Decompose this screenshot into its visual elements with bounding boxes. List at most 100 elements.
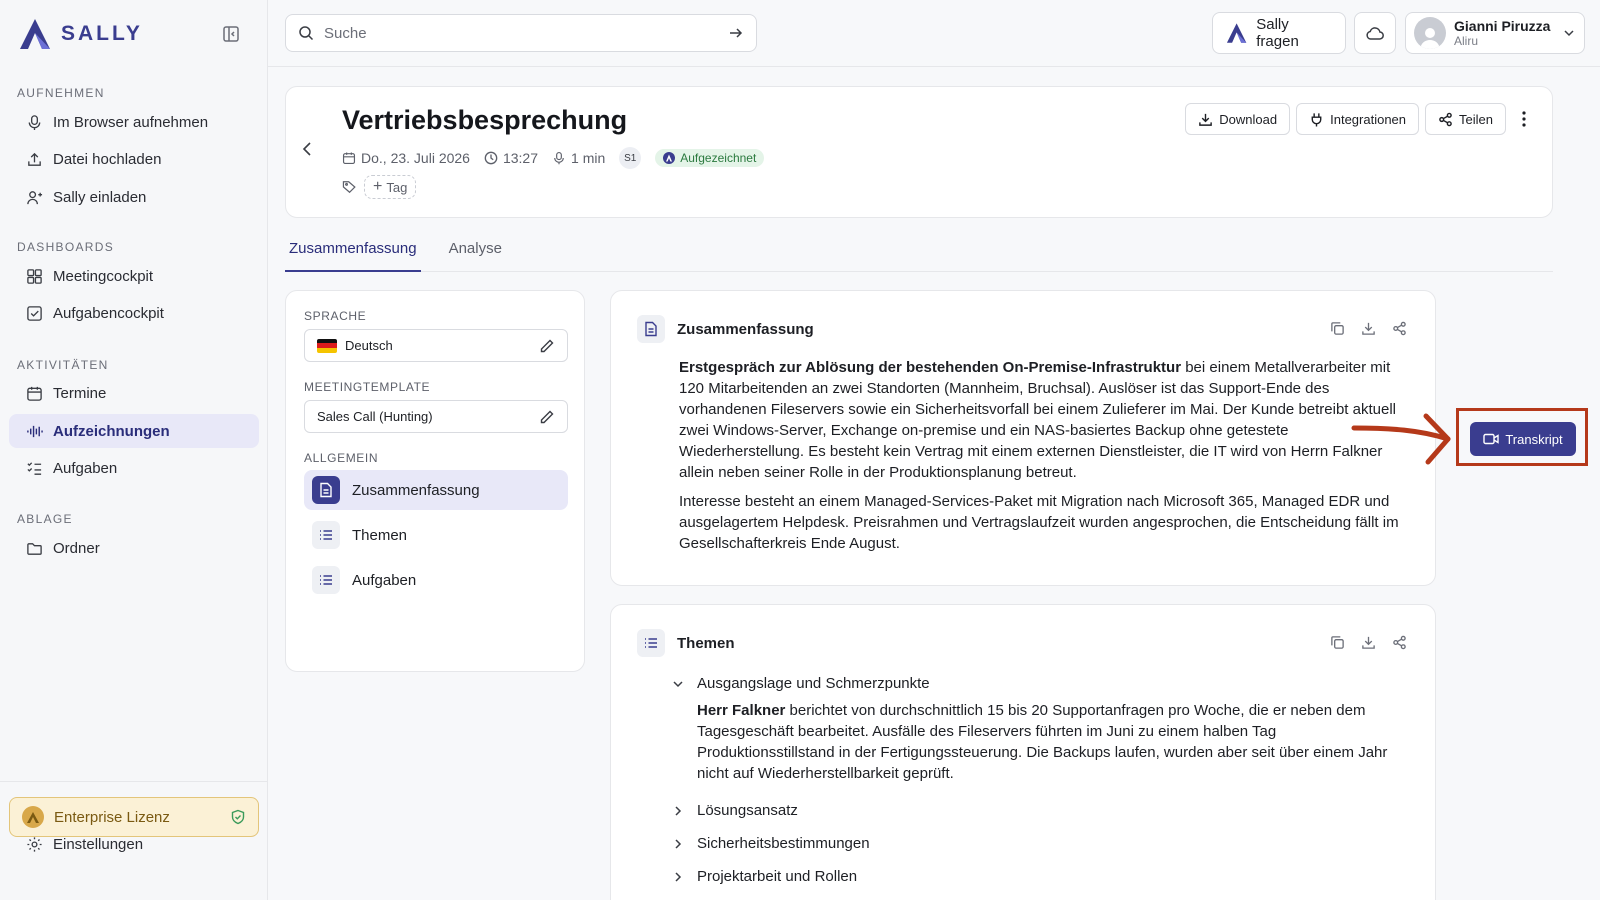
sidebar-item-invite[interactable]: Sally einladen: [9, 180, 259, 214]
microphone-icon: [28, 114, 41, 130]
sidebar-item-termine[interactable]: Termine: [9, 376, 259, 410]
user-menu-button[interactable]: Gianni Piruzza Aliru: [1405, 12, 1585, 54]
tab-zusammenfassung[interactable]: Zusammenfassung: [285, 236, 421, 272]
sidebar-item-aufgaben[interactable]: Aufgaben: [9, 451, 259, 485]
ask-sally-button[interactable]: Sally fragen: [1212, 12, 1346, 54]
arrow-right-icon[interactable]: [728, 25, 744, 41]
calendar-icon: [27, 386, 42, 401]
share-button[interactable]: Teilen: [1425, 103, 1506, 135]
section-link-label: Zusammenfassung: [352, 481, 480, 499]
page-title: Vertriebsbesprechung: [342, 105, 628, 135]
download-label: Download: [1219, 111, 1278, 127]
user-icon: [1420, 28, 1440, 49]
tag-icon: [342, 181, 356, 194]
template-label: MEETINGTEMPLATE: [304, 380, 431, 394]
meeting-time-text: 13:27: [502, 150, 539, 166]
chevron-right-icon: [675, 871, 682, 882]
sidebar-item-label: Ordner: [53, 539, 100, 557]
meeting-date-text: Do., 23. Juli 2026: [361, 150, 470, 166]
status-text: Aufgezeichnet: [680, 151, 757, 165]
share-icon[interactable]: [1392, 635, 1407, 650]
add-tag-label: Tag: [386, 179, 408, 195]
template-select[interactable]: Sales Call (Hunting): [304, 400, 568, 433]
cloud-button[interactable]: [1354, 12, 1396, 54]
german-flag-icon: [317, 338, 337, 353]
sidebar-item-meetingcockpit[interactable]: Meetingcockpit: [9, 259, 259, 293]
sidebar-item-label: Datei hochladen: [53, 150, 162, 168]
logo[interactable]: SALLY: [17, 17, 143, 51]
themes-list: Ausgangslage und Schmerzpunkte Herr Falk…: [671, 667, 1411, 893]
pencil-icon[interactable]: [539, 338, 555, 354]
tab-analyse[interactable]: Analyse: [445, 236, 506, 272]
sidebar-item-settings[interactable]: Einstellungen: [9, 827, 259, 861]
kebab-menu-icon: [1522, 111, 1526, 127]
sidebar-item-label: Termine: [53, 384, 107, 402]
shield-check-icon: [231, 809, 245, 825]
add-tag-button[interactable]: + Tag: [364, 175, 417, 199]
section-link-label: Themen: [352, 526, 408, 544]
topic-toggle[interactable]: Sicherheitsbestimmungen: [671, 827, 1411, 860]
summary-paragraph: Interesse besteht an einem Managed-Servi…: [679, 493, 1399, 552]
section-ablage: ABLAGE: [17, 512, 73, 526]
sally-logo-icon: [20, 19, 50, 49]
chevron-left-icon[interactable]: [298, 139, 318, 159]
speaker-badge[interactable]: S1: [619, 147, 642, 169]
sidebar-item-ordner[interactable]: Ordner: [9, 531, 259, 565]
user-name: Gianni Piruzza: [1454, 18, 1551, 34]
user-plus-icon: [27, 190, 43, 204]
plug-icon: [1311, 112, 1322, 127]
transcript-button[interactable]: Transkript: [1470, 422, 1576, 456]
copy-icon[interactable]: [1330, 321, 1345, 336]
pencil-icon[interactable]: [539, 409, 555, 425]
search-input[interactable]: Suche: [285, 14, 757, 52]
sidebar-divider: [0, 781, 268, 782]
download-icon: [1199, 113, 1213, 126]
sidebar-item-browser-record[interactable]: Im Browser aufnehmen: [9, 105, 259, 139]
topic-title: Ausgangslage und Schmerzpunkte: [697, 675, 930, 692]
download-icon[interactable]: [1361, 321, 1376, 336]
topic-toggle[interactable]: Ausgangslage und Schmerzpunkte: [671, 667, 1411, 700]
download-icon[interactable]: [1361, 635, 1376, 650]
language-select[interactable]: Deutsch: [304, 329, 568, 362]
themes-title: Themen: [677, 634, 735, 652]
tag-row: + Tag: [342, 175, 417, 199]
share-icon[interactable]: [1392, 321, 1407, 336]
section-link-zusammenfassung[interactable]: Zusammenfassung: [304, 470, 568, 510]
sidebar: SALLY AUFNEHMEN Im Browser aufnehmen Dat…: [0, 0, 268, 900]
sidebar-item-label: Meetingcockpit: [53, 267, 154, 285]
microphone-icon: [554, 151, 564, 165]
topic-toggle[interactable]: Lösungsansatz: [671, 794, 1411, 827]
integrations-label: Integrationen: [1330, 111, 1407, 127]
summary-paragraph-text: bei einem Metallverarbeiter mit 120 Mita…: [679, 359, 1397, 481]
sidebar-item-upload[interactable]: Datei hochladen: [9, 142, 259, 176]
topic-highlight: Herr Falkner: [697, 702, 786, 719]
plus-icon: +: [373, 178, 383, 195]
summary-tools: [1330, 321, 1407, 336]
document-icon: [312, 476, 340, 504]
waveform-icon: [27, 425, 43, 437]
annotation-arrow-icon: [1351, 413, 1451, 465]
calendar-icon: [342, 152, 356, 165]
summary-text: Erstgespräch zur Ablösung der bestehende…: [679, 357, 1399, 562]
video-camera-icon: [1483, 433, 1500, 445]
more-options-button[interactable]: [1512, 103, 1536, 135]
download-button[interactable]: Download: [1185, 103, 1291, 135]
section-link-themen[interactable]: Themen: [304, 515, 568, 555]
sidebar-item-aufzeichnungen[interactable]: Aufzeichnungen: [9, 414, 259, 448]
section-link-aufgaben[interactable]: Aufgaben: [304, 560, 568, 600]
topic-title: Sicherheitsbestimmungen: [697, 835, 870, 852]
themes-header: Themen: [637, 629, 735, 657]
meeting-header-card: Vertriebsbesprechung Do., 23. Juli 2026 …: [285, 86, 1553, 218]
avatar: [1414, 17, 1446, 49]
clock-icon: [484, 151, 498, 165]
sidebar-item-label: Sally einladen: [53, 188, 147, 206]
sidebar-item-aufgabencockpit[interactable]: Aufgabencockpit: [9, 296, 259, 330]
integrations-button[interactable]: Integrationen: [1296, 103, 1420, 135]
main-content: Suche Sally fragen Gianni Piruzza Aliru: [268, 0, 1600, 900]
collapse-sidebar-icon[interactable]: [222, 25, 240, 43]
copy-icon[interactable]: [1330, 635, 1345, 650]
search-placeholder: Suche: [324, 24, 367, 42]
topic-toggle[interactable]: Projektarbeit und Rollen: [671, 860, 1411, 893]
meeting-meta: Do., 23. Juli 2026 13:27 1 min S1 Aufgez…: [342, 147, 765, 169]
sidebar-item-label: Aufzeichnungen: [53, 422, 170, 440]
